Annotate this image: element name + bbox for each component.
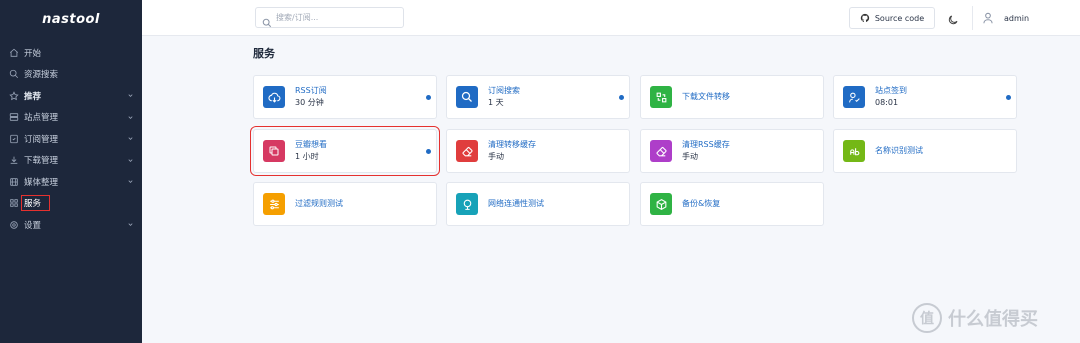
source-code-label: Source code [874, 13, 925, 23]
sidebar-item-start[interactable]: 开始 [0, 42, 142, 64]
service-card-name: 清理RSS缓存 [682, 140, 730, 149]
sidebar-item-sites[interactable]: 站点管理 [0, 107, 142, 129]
service-card-interval: 30 分钟 [295, 98, 324, 107]
server-icon [8, 112, 19, 123]
service-card-file-transfer[interactable]: 下载文件转移 [640, 75, 824, 119]
sidebar-item-label: 资源搜索 [24, 70, 59, 81]
sidebar-item-services[interactable]: 服务 [0, 193, 142, 215]
chevron-down-icon [127, 157, 134, 164]
moon-icon[interactable] [947, 11, 959, 25]
sidebar-item-label: 设置 [24, 220, 42, 231]
page-title: 服务 [253, 47, 275, 60]
service-card-name: RSS订阅 [295, 86, 327, 95]
sidebar-nav: 开始 资源搜索 推荐 站点管理 订阅管理 下载管理 媒体整理 服务 设置 [0, 42, 142, 236]
watermark: 值 什么值得买 [912, 303, 1038, 333]
search-input[interactable] [276, 13, 396, 22]
eraser-icon [650, 140, 672, 162]
transfer-icon [650, 86, 672, 108]
service-card-interval: 手动 [682, 152, 698, 161]
search-icon [8, 69, 19, 80]
alphabet-icon [843, 140, 865, 162]
subscribe-icon [8, 133, 19, 144]
service-card-name: 清理转移缓存 [488, 140, 536, 149]
sidebar-item-label: 媒体整理 [24, 177, 59, 188]
status-dot [426, 149, 431, 154]
user-check-icon [843, 86, 865, 108]
service-card-name-recognition-test[interactable]: 名称识别测试 [833, 129, 1017, 173]
gear-icon [8, 219, 19, 230]
service-card-site-checkin[interactable]: 站点签到 08:01 [833, 75, 1017, 119]
service-card-clear-rss-cache[interactable]: 清理RSS缓存 手动 [640, 129, 824, 173]
service-card-interval: 08:01 [875, 98, 899, 107]
service-card-name: 下载文件转移 [682, 92, 730, 101]
service-card-name: 网络连通性测试 [488, 199, 544, 208]
sidebar-item-label: 推荐 [24, 91, 42, 102]
user-name: admin [1004, 13, 1030, 23]
status-dot [619, 95, 624, 100]
cloud-download-icon [263, 86, 285, 108]
star-icon [8, 90, 19, 101]
sidebar-item-label: 站点管理 [24, 113, 59, 124]
chevron-down-icon [127, 178, 134, 185]
box-icon [650, 193, 672, 215]
user-menu[interactable]: admin [972, 6, 1029, 30]
service-card-name: 过滤规则测试 [295, 199, 343, 208]
service-card-network-test[interactable]: 网络连通性测试 [446, 182, 630, 226]
sidebar: nastool 开始 资源搜索 推荐 站点管理 订阅管理 下载管理 媒体整理 服… [0, 0, 142, 343]
globe-icon [456, 193, 478, 215]
source-code-button[interactable]: Source code [849, 7, 935, 29]
service-card-interval: 1 小时 [295, 152, 319, 161]
service-card-name: 订阅搜索 [488, 86, 520, 95]
chevron-down-icon [127, 114, 134, 121]
sidebar-item-label: 下载管理 [24, 156, 59, 167]
sidebar-item-media[interactable]: 媒体整理 [0, 171, 142, 193]
status-dot [1006, 95, 1011, 100]
search-icon [262, 13, 272, 27]
service-card-filter-rule-test[interactable]: 过滤规则测试 [253, 182, 437, 226]
sidebar-item-downloads[interactable]: 下载管理 [0, 150, 142, 172]
app-logo[interactable]: nastool [0, 0, 142, 38]
service-card-name: 豆瓣想看 [295, 140, 327, 149]
service-card-name: 站点签到 [875, 86, 907, 95]
chevron-down-icon [127, 92, 134, 99]
service-card-douban[interactable]: 豆瓣想看 1 小时 [250, 126, 440, 176]
service-card-name: 备份&恢复 [682, 199, 721, 208]
search-icon [456, 86, 478, 108]
sidebar-item-search[interactable]: 资源搜索 [0, 64, 142, 86]
watermark-badge: 值 [912, 303, 942, 333]
top-header: Source code admin [142, 0, 1080, 36]
copy-icon [263, 140, 285, 162]
apps-icon [8, 198, 19, 209]
service-card-rss[interactable]: RSS订阅 30 分钟 [253, 75, 437, 119]
service-card-interval: 1 天 [488, 98, 504, 107]
service-card-subscribe-search[interactable]: 订阅搜索 1 天 [446, 75, 630, 119]
eraser-icon [456, 140, 478, 162]
service-card-backup-restore[interactable]: 备份&恢复 [640, 182, 824, 226]
adjustments-icon [263, 193, 285, 215]
sidebar-item-recommend[interactable]: 推荐 [0, 85, 142, 107]
service-card-interval: 手动 [488, 152, 504, 161]
sidebar-item-settings[interactable]: 设置 [0, 214, 142, 236]
sidebar-item-label: 开始 [24, 48, 42, 59]
chevron-down-icon [127, 221, 134, 228]
github-icon [860, 13, 870, 23]
download-icon [8, 155, 19, 166]
search-box[interactable] [255, 7, 404, 28]
sidebar-item-label: 服务 [20, 195, 51, 212]
sidebar-item-subscribe[interactable]: 订阅管理 [0, 128, 142, 150]
sidebar-item-label: 订阅管理 [24, 134, 59, 145]
film-icon [8, 176, 19, 187]
status-dot [426, 95, 431, 100]
watermark-text: 什么值得买 [948, 309, 1038, 330]
service-card-clear-transfer-cache[interactable]: 清理转移缓存 手动 [446, 129, 630, 173]
user-icon [981, 11, 995, 25]
home-icon [8, 47, 19, 58]
service-card-name: 名称识别测试 [875, 146, 923, 155]
chevron-down-icon [127, 135, 134, 142]
